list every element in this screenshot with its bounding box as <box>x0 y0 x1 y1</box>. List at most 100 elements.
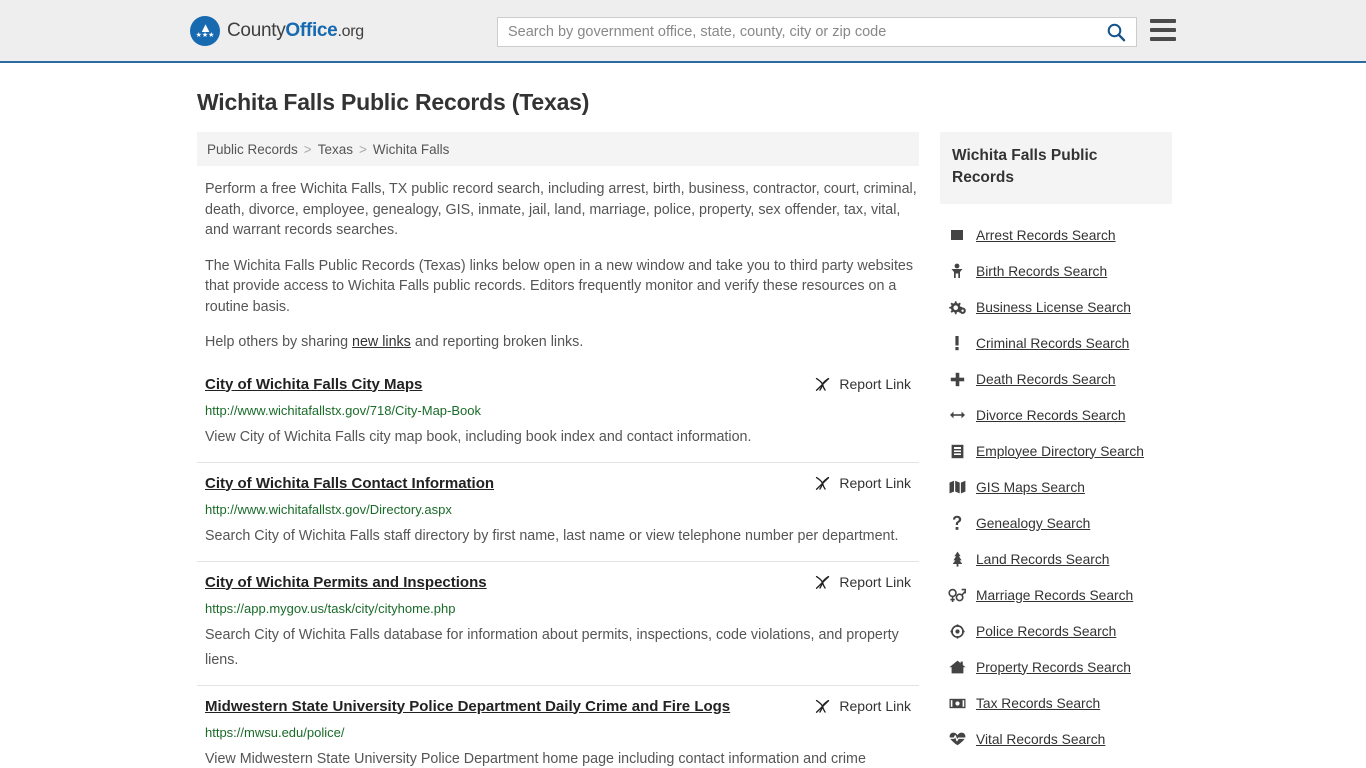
intro-paragraph-2: The Wichita Falls Public Records (Texas)… <box>205 257 914 315</box>
plus-cross-icon <box>948 372 966 387</box>
report-link-label: Report Link <box>839 475 911 491</box>
sidebar-item-police-records[interactable]: Police Records Search <box>940 613 1172 649</box>
result-description: Search City of Wichita Falls staff direc… <box>205 527 899 544</box>
search-icon <box>1107 23 1126 42</box>
home-icon <box>948 660 966 674</box>
breadcrumb-item-wichita-falls: Wichita Falls <box>372 141 450 157</box>
intro-p3-after: and reporting broken links. <box>410 334 584 350</box>
sidebar-item-label: Tax Records Search <box>976 695 1101 711</box>
breadcrumb-item-public-records[interactable]: Public Records <box>207 142 298 157</box>
broken-link-icon <box>816 377 830 391</box>
sidebar: Wichita Falls Public Records Arrest Reco… <box>940 132 1172 768</box>
sidebar-item-land-records[interactable]: Land Records Search <box>940 541 1172 577</box>
report-link-button[interactable]: Report Link <box>814 376 911 393</box>
gears-icon <box>948 300 966 315</box>
sidebar-item-marriage-records[interactable]: Marriage Records Search <box>940 577 1172 613</box>
exclamation-icon <box>948 335 966 351</box>
report-link-button[interactable]: Report Link <box>814 475 911 492</box>
sidebar-item-label: Business License Search <box>976 299 1131 315</box>
report-link-button[interactable]: Report Link <box>814 574 911 591</box>
result-description: View City of Wichita Falls city map book… <box>205 428 752 445</box>
sidebar-item-gis-maps[interactable]: GIS Maps Search <box>940 469 1172 505</box>
sidebar-item-label: Birth Records Search <box>976 263 1108 279</box>
result-title-link[interactable]: Midwestern State University Police Depar… <box>205 697 730 717</box>
result-url[interactable]: https://mwsu.edu/police/ <box>205 724 919 741</box>
hamburger-bar <box>1150 28 1176 32</box>
new-links-link[interactable]: new links <box>352 334 411 350</box>
sidebar-item-criminal-records[interactable]: Criminal Records Search <box>940 325 1172 361</box>
result-url[interactable]: http://www.wichitafallstx.gov/Directory.… <box>205 501 919 518</box>
sidebar-list: Arrest Records Search Birth Records Sear… <box>940 217 1172 757</box>
sidebar-item-divorce-records[interactable]: Divorce Records Search <box>940 397 1172 433</box>
sidebar-item-label: Police Records Search <box>976 623 1117 639</box>
sidebar-item-label: Land Records Search <box>976 551 1110 567</box>
page-title: Wichita Falls Public Records (Texas) <box>197 89 590 115</box>
question-mark-icon <box>948 515 966 531</box>
sidebar-item-label: Divorce Records Search <box>976 407 1126 423</box>
logo-text: CountyOffice.org <box>227 20 364 42</box>
list-item: City of Wichita Permits and Inspections … <box>197 560 919 685</box>
result-url[interactable]: https://app.mygov.us/task/city/cityhome.… <box>205 600 919 617</box>
search-button[interactable] <box>1096 18 1136 46</box>
breadcrumb-separator: > <box>303 141 312 157</box>
entry-header: City of Wichita Permits and Inspections … <box>205 573 919 593</box>
breadcrumb: Public Records > Texas > Wichita Falls <box>197 132 919 166</box>
site-logo[interactable]: ▲ ★★★ CountyOffice.org <box>190 15 364 46</box>
sidebar-item-label: Genealogy Search <box>976 515 1091 531</box>
logo-text-county: County <box>227 19 286 41</box>
hamburger-bar <box>1150 19 1176 23</box>
entry-header: City of Wichita Falls Contact Informatio… <box>205 474 919 494</box>
entry-header: City of Wichita Falls City Maps Report L… <box>205 375 919 395</box>
sidebar-item-tax-records[interactable]: Tax Records Search <box>940 685 1172 721</box>
report-link-label: Report Link <box>839 376 911 392</box>
sidebar-item-label: Arrest Records Search <box>976 227 1116 243</box>
sidebar-item-label: Marriage Records Search <box>976 587 1134 603</box>
map-icon <box>948 480 966 494</box>
sidebar-item-business-license[interactable]: Business License Search <box>940 289 1172 325</box>
report-link-button[interactable]: Report Link <box>814 698 911 715</box>
sidebar-item-death-records[interactable]: Death Records Search <box>940 361 1172 397</box>
list-item: City of Wichita Falls Contact Informatio… <box>197 461 919 561</box>
search-bar[interactable] <box>497 17 1137 47</box>
list-item: City of Wichita Falls City Maps Report L… <box>197 371 919 462</box>
id-card-icon <box>948 444 966 459</box>
eagle-seal-logo-icon: ▲ ★★★ <box>190 15 220 46</box>
broken-link-icon <box>816 575 830 589</box>
logo-text-office: Office <box>285 19 338 41</box>
main-column: Public Records > Texas > Wichita Falls P… <box>197 132 919 768</box>
sidebar-item-birth-records[interactable]: Birth Records Search <box>940 253 1172 289</box>
baby-icon <box>948 263 966 279</box>
venus-mars-icon <box>948 588 966 603</box>
heartbeat-icon <box>948 732 966 746</box>
sidebar-item-label: Death Records Search <box>976 371 1116 387</box>
search-input[interactable] <box>498 18 1096 46</box>
broken-link-icon <box>816 699 830 713</box>
report-link-label: Report Link <box>839 574 911 590</box>
hamburger-menu-icon[interactable] <box>1150 19 1176 41</box>
site-header: ▲ ★★★ CountyOffice.org <box>0 0 1366 63</box>
sidebar-item-vital-records[interactable]: Vital Records Search <box>940 721 1172 757</box>
sidebar-item-label: GIS Maps Search <box>976 479 1085 495</box>
entry-header: Midwestern State University Police Depar… <box>205 697 919 717</box>
tree-icon <box>948 551 966 567</box>
money-bill-icon <box>948 698 966 709</box>
sidebar-item-arrest-records[interactable]: Arrest Records Search <box>940 217 1172 253</box>
result-title-link[interactable]: City of Wichita Permits and Inspections <box>205 573 487 593</box>
result-title-link[interactable]: City of Wichita Falls City Maps <box>205 375 422 395</box>
filled-square-icon <box>948 228 966 242</box>
result-description: View Midwestern State University Police … <box>205 750 866 767</box>
result-url[interactable]: http://www.wichitafallstx.gov/718/City-M… <box>205 402 919 419</box>
intro-p3-before: Help others by sharing <box>205 334 353 350</box>
link-list: City of Wichita Falls City Maps Report L… <box>197 371 919 768</box>
breadcrumb-separator: > <box>358 141 367 157</box>
sidebar-item-label: Criminal Records Search <box>976 335 1130 351</box>
breadcrumb-item-texas[interactable]: Texas <box>318 142 353 157</box>
sidebar-item-employee-directory[interactable]: Employee Directory Search <box>940 433 1172 469</box>
broken-link-icon <box>816 476 830 490</box>
logo-text-org: .org <box>337 22 364 40</box>
result-title-link[interactable]: City of Wichita Falls Contact Informatio… <box>205 474 494 494</box>
sidebar-item-property-records[interactable]: Property Records Search <box>940 649 1172 685</box>
sidebar-item-genealogy[interactable]: Genealogy Search <box>940 505 1172 541</box>
page-body: Wichita Falls Public Records (Texas) Pub… <box>0 89 1366 768</box>
content-columns: Public Records > Texas > Wichita Falls P… <box>0 132 1366 768</box>
